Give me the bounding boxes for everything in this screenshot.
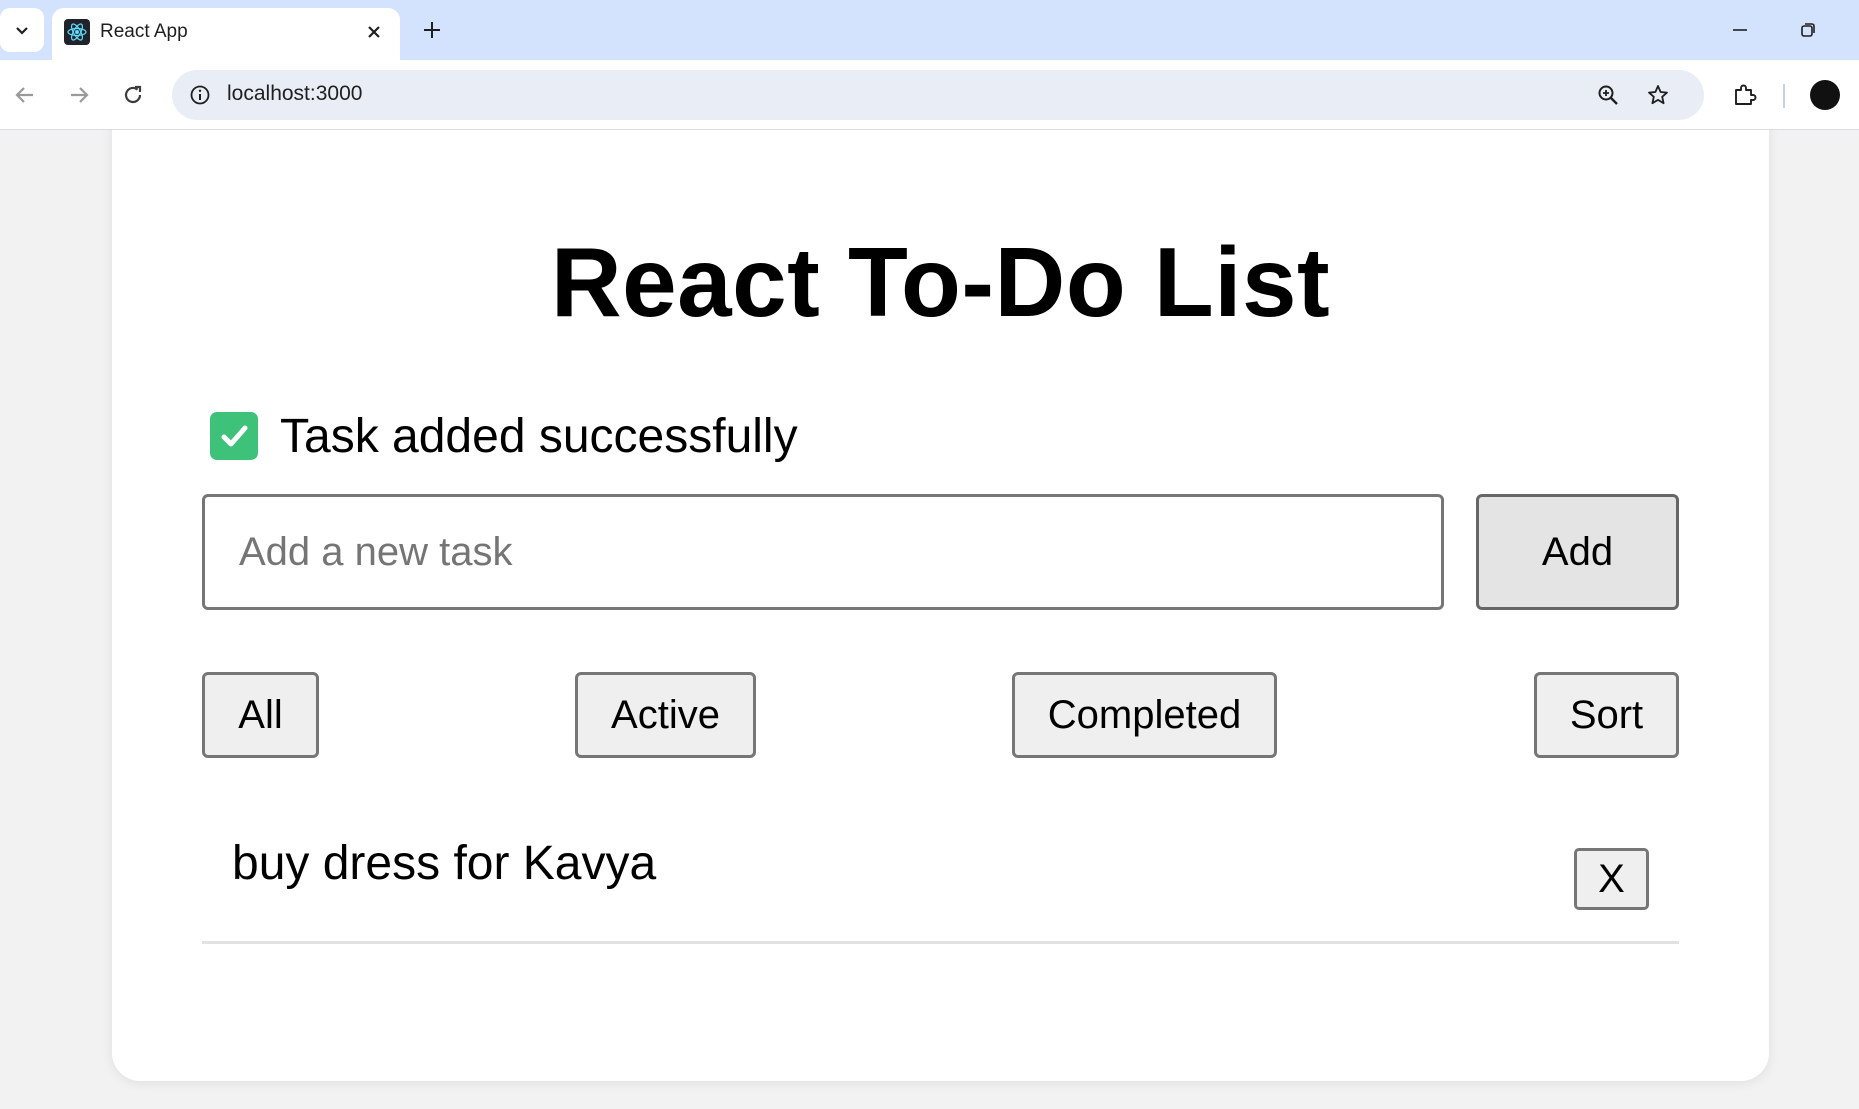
forward-icon[interactable] <box>58 74 100 116</box>
tab-search-icon[interactable] <box>0 8 44 52</box>
restore-icon[interactable] <box>1788 10 1828 50</box>
filter-all-button[interactable]: All <box>202 672 319 758</box>
todo-card: React To-Do List Task added successfully… <box>112 130 1769 1081</box>
browser-tab[interactable]: React App <box>52 8 400 60</box>
page-title: React To-Do List <box>550 227 1331 337</box>
success-notice: Task added successfully <box>210 409 798 463</box>
zoom-icon[interactable] <box>1592 79 1624 111</box>
sort-button[interactable]: Sort <box>1534 672 1679 758</box>
toolbar-divider <box>1783 84 1785 108</box>
back-icon[interactable] <box>4 74 46 116</box>
new-task-input[interactable] <box>202 494 1444 610</box>
check-mark-icon <box>210 412 258 460</box>
site-info-icon[interactable] <box>184 79 216 111</box>
filter-active-button[interactable]: Active <box>575 672 756 758</box>
profile-avatar[interactable] <box>1810 80 1840 110</box>
extensions-icon[interactable] <box>1726 76 1764 114</box>
tab-strip: React App <box>0 0 1859 60</box>
task-item[interactable]: buy dress for Kavya X <box>202 810 1679 944</box>
address-bar[interactable]: localhost:3000 <box>172 70 1704 120</box>
reload-icon[interactable] <box>112 74 154 116</box>
react-favicon-icon <box>64 19 90 45</box>
tab-title: React App <box>100 21 188 42</box>
minimize-icon[interactable] <box>1720 10 1760 50</box>
filter-completed-button[interactable]: Completed <box>1012 672 1277 758</box>
task-text[interactable]: buy dress for Kavya <box>232 836 656 891</box>
star-icon[interactable] <box>1642 79 1674 111</box>
notice-text: Task added successfully <box>280 409 798 463</box>
url-text: localhost:3000 <box>227 82 363 105</box>
browser-toolbar: localhost:3000 <box>0 60 1859 130</box>
close-icon[interactable] <box>360 18 388 46</box>
add-button[interactable]: Add <box>1476 494 1679 610</box>
plus-icon[interactable] <box>414 12 450 48</box>
delete-task-button[interactable]: X <box>1574 848 1649 910</box>
page-viewport: React To-Do List Task added successfully… <box>0 130 1859 1109</box>
